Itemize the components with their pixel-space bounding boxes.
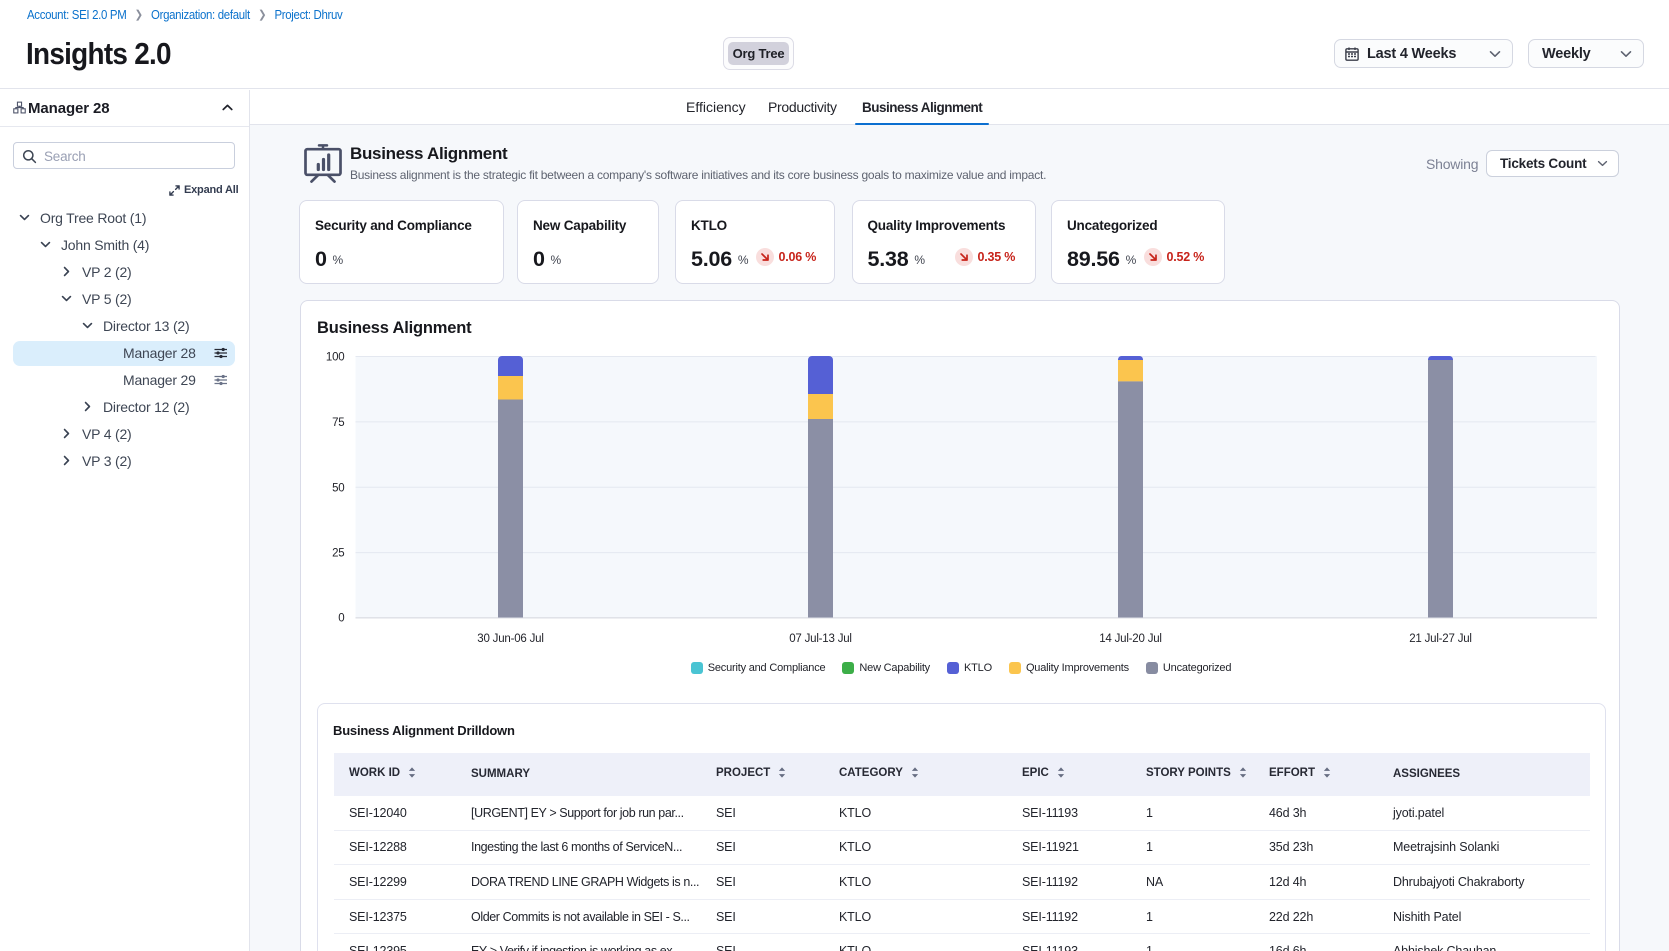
svg-text:50: 50 [332, 482, 344, 494]
svg-text:0: 0 [338, 613, 344, 625]
svg-text:30 Jun-06 Jul: 30 Jun-06 Jul [477, 633, 543, 645]
svg-text:21 Jul-27 Jul: 21 Jul-27 Jul [1409, 633, 1472, 645]
svg-text:14 Jul-20 Jul: 14 Jul-20 Jul [1099, 633, 1162, 645]
svg-text:100: 100 [326, 352, 345, 364]
svg-text:75: 75 [332, 417, 344, 429]
svg-text:07 Jul-13 Jul: 07 Jul-13 Jul [789, 633, 852, 645]
svg-text:25: 25 [332, 548, 344, 560]
